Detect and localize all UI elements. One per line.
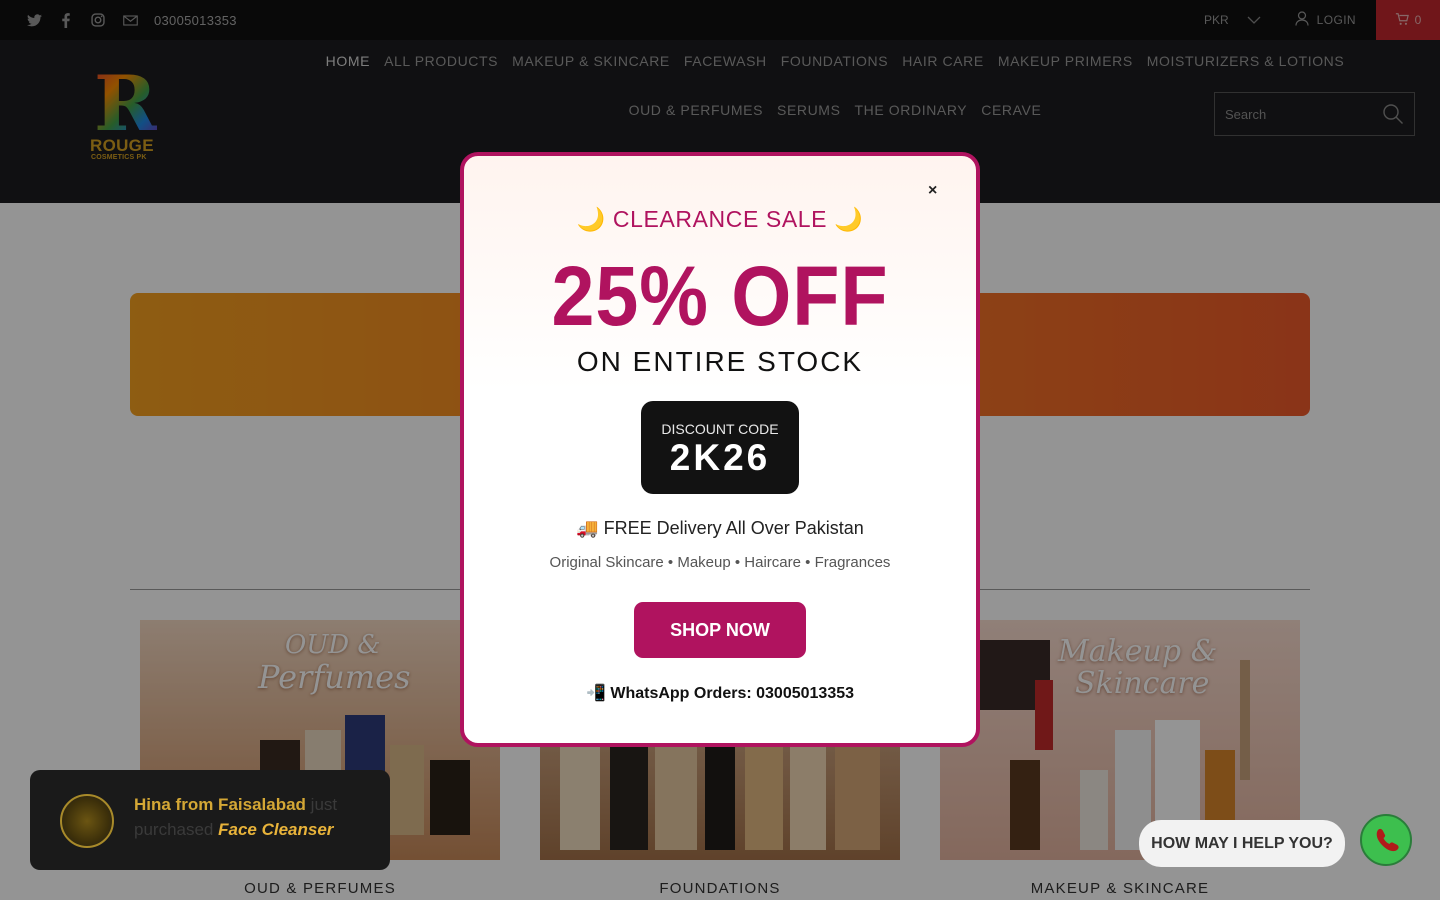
- purchased-product: Face Cleanser: [218, 820, 334, 839]
- delivery-note: 🚚 FREE Delivery All Over Pakistan: [576, 518, 864, 538]
- shop-now-button[interactable]: SHOP NOW: [634, 602, 806, 658]
- buyer-name: Hina from Faisalabad: [134, 795, 306, 814]
- whatsapp-orders[interactable]: 📲 WhatsApp Orders: 03005013353: [464, 683, 976, 703]
- popup-heading: 🌙 CLEARANCE SALE 🌙: [576, 206, 864, 232]
- purchase-notification[interactable]: Hina from Faisalabad just purchased Face…: [30, 770, 390, 870]
- discount-code: 2K26: [669, 437, 771, 478]
- close-icon[interactable]: ×: [928, 182, 937, 200]
- discount-code-label: DISCOUNT CODE: [661, 421, 779, 437]
- discount-code-box[interactable]: DISCOUNT CODE 2K26: [641, 401, 799, 494]
- whatsapp-chat-icon[interactable]: [1360, 814, 1412, 866]
- verified-badge-icon: [60, 794, 114, 848]
- category-list: Original Skincare • Makeup • Haircare • …: [549, 554, 891, 571]
- popup-offer: 25% OFF: [551, 249, 889, 343]
- notification-text: Hina from Faisalabad just purchased Face…: [134, 792, 374, 842]
- chat-help-bubble[interactable]: HOW MAY I HELP YOU?: [1139, 820, 1345, 867]
- popup-subheading: ON ENTIRE STOCK: [576, 346, 864, 377]
- sale-popup: × 🌙 CLEARANCE SALE 🌙 25% OFF ON ENTIRE S…: [460, 152, 980, 747]
